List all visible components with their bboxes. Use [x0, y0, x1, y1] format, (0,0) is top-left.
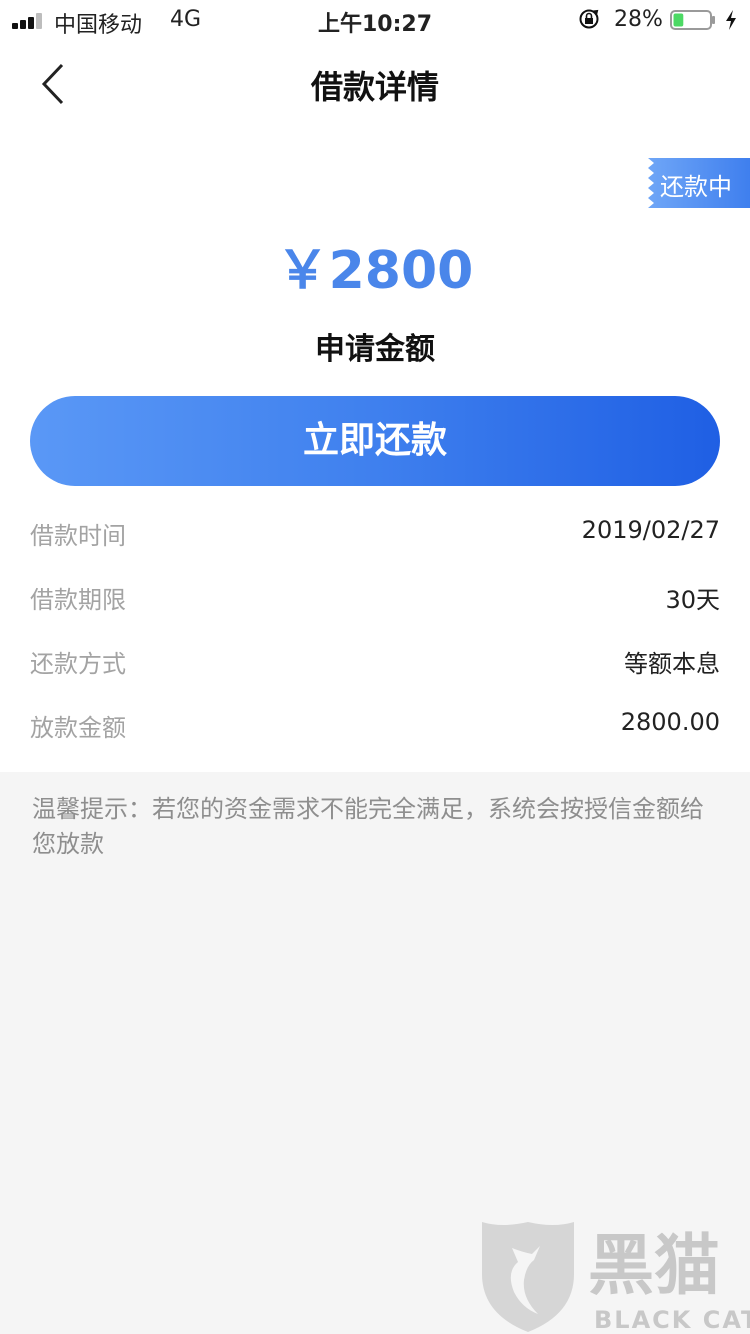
detail-label: 借款时间: [30, 522, 126, 550]
loan-amount: ￥2800: [276, 241, 474, 301]
detail-row-repay-method: 还款方式 等额本息: [30, 644, 720, 684]
detail-value: 等额本息: [624, 650, 720, 678]
rotation-lock-icon: [579, 9, 599, 29]
detail-value: 2800.00: [620, 708, 720, 736]
charging-icon: [726, 10, 736, 30]
svg-text:BLACK CAT: BLACK CAT: [594, 1306, 750, 1334]
amount-label: 申请金额: [315, 332, 435, 367]
black-cat-watermark-logo: 黑猫 BLACK CAT: [482, 1222, 750, 1334]
page-title: 借款详情: [310, 68, 439, 106]
repay-now-button[interactable]: 立即还款: [30, 396, 720, 486]
detail-row-loan-term: 借款期限 30天: [30, 580, 720, 620]
detail-label: 借款期限: [30, 586, 126, 614]
detail-label: 还款方式: [30, 650, 126, 678]
svg-text:黑猫: 黑猫: [588, 1227, 720, 1304]
status-bar: 中国移动 4G 上午10:27 28%: [0, 0, 750, 40]
detail-label: 放款金额: [30, 714, 126, 742]
detail-value: 30天: [665, 586, 720, 614]
detail-value: 2019/02/27: [581, 516, 720, 544]
detail-row-disbursed-amount: 放款金额 2800.00: [30, 708, 720, 748]
detail-row-loan-time: 借款时间 2019/02/27: [30, 516, 720, 556]
battery-percent: 28%: [614, 7, 663, 32]
status-badge: 还款中: [660, 173, 732, 201]
warm-tip: 温馨提示：若您的资金需求不能完全满足，系统会按授信金额给您放款: [32, 795, 704, 858]
battery-icon: [670, 10, 715, 30]
